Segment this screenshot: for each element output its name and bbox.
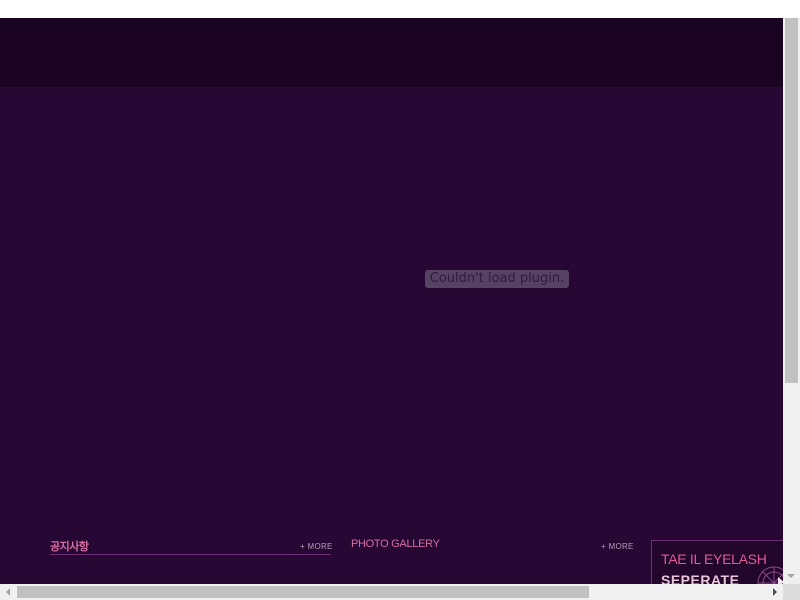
triangle-down-icon: [787, 574, 795, 578]
plugin-error-message: Couldn't load plugin.: [425, 270, 569, 288]
scrollbar-corner: [783, 584, 800, 600]
scroll-right-button[interactable]: [766, 584, 783, 600]
banner-subheading: SEPERATE: [661, 572, 740, 584]
triangle-right-icon: [773, 588, 777, 596]
triangle-left-icon: [6, 588, 10, 596]
horizontal-scroll-thumb[interactable]: [17, 586, 589, 598]
page-viewport: Couldn't load plugin. 공지사항 + MORE PHOTO …: [0, 18, 783, 584]
scroll-left-button[interactable]: [0, 584, 17, 600]
eyelash-banner[interactable]: TAE IL EYELASH SEPERATE: [651, 540, 783, 584]
photo-gallery-title[interactable]: PHOTO GALLERY: [351, 538, 440, 550]
notice-title[interactable]: 공지사항: [50, 538, 89, 554]
header-band: [0, 18, 783, 87]
gallery-more-link[interactable]: + MORE: [601, 542, 634, 551]
vertical-scroll-thumb[interactable]: [785, 18, 798, 383]
notice-more-link[interactable]: + MORE: [300, 542, 333, 551]
horizontal-scrollbar[interactable]: [0, 584, 783, 600]
scroll-down-button[interactable]: [783, 567, 800, 584]
vertical-scrollbar[interactable]: [783, 18, 800, 584]
banner-heading: TAE IL EYELASH: [661, 551, 767, 567]
notice-divider: [50, 554, 331, 555]
